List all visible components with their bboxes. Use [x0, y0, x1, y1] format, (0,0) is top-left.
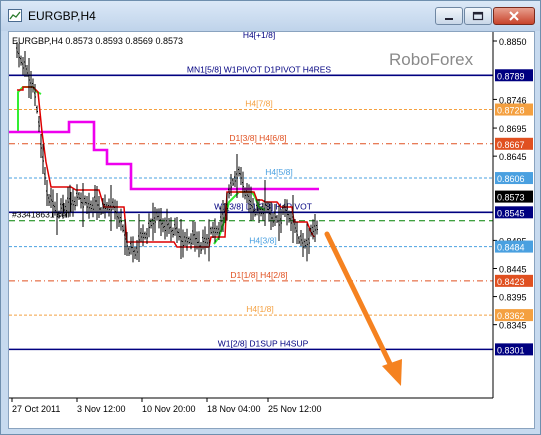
chart-app-icon: [8, 9, 22, 22]
price-tick-label: 0.8395: [499, 293, 527, 303]
window-title: EURGBP,H4: [28, 9, 96, 23]
price-level-tag-text: 0.8573: [497, 193, 525, 203]
chart-header: EURGBP,H4 0.8573 0.8593 0.8569 0.8573: [12, 36, 183, 46]
close-icon: [509, 11, 519, 21]
level-label: H4[1/8]: [246, 304, 273, 314]
level-label: D1[3/8] H4[6/8]: [229, 133, 286, 143]
time-label: 27 Oct 2011: [12, 404, 60, 414]
watermark-logo: RoboForex: [389, 50, 474, 69]
level-label: D1[1/8] H4[2/8]: [230, 270, 287, 280]
level-label: MN1[5/8] W1PIVOT D1PIVOT H4RES: [187, 64, 332, 74]
price-level-tag-text: 0.8667: [497, 140, 525, 150]
price-level-tag-text: 0.8789: [497, 71, 525, 81]
price-level-tag-text: 0.8362: [497, 311, 525, 321]
price-level-tag-text: 0.8484: [497, 243, 525, 253]
price-level-tag-text: 0.8606: [497, 174, 525, 184]
price-tick-label: 0.8345: [499, 321, 527, 331]
time-label: 10 Nov 20:00: [142, 404, 196, 414]
time-label: 25 Nov 12:00: [268, 404, 322, 414]
level-label: H4[5/8]: [265, 167, 292, 177]
price-tick-label: 0.8850: [499, 37, 527, 47]
price-level-tag-text: 0.8728: [497, 106, 525, 116]
price-tick-label: 0.8695: [499, 124, 527, 134]
chart-area[interactable]: H4[+1/8] MN1[5/8] W1PIVOT D1PIVOT H4RES H4…: [8, 30, 535, 429]
price-level-tag-text: 0.8423: [497, 277, 525, 287]
level-label: H4[7/8]: [245, 99, 272, 109]
price-scale[interactable]: 0.88500.87890.87460.87280.86950.86670.86…: [493, 37, 533, 356]
time-scale[interactable]: 27 Oct 2011 3 Nov 12:00 10 Nov 20:00 18 Nov…: [11, 398, 322, 414]
price-level-tag-text: 0.8545: [497, 208, 525, 218]
minimize-button[interactable]: [435, 7, 463, 25]
price-tick-label: 0.8645: [499, 152, 527, 162]
price-level-tag-text: 0.8301: [497, 345, 525, 355]
close-button[interactable]: [493, 7, 535, 25]
price-chart[interactable]: H4[+1/8] MN1[5/8] W1PIVOT D1PIVOT H4RES H4…: [9, 30, 534, 428]
chart-window: EURGBP,H4 H4[+1/8] MN1[5/8] W1PIVOT D1PIV…: [0, 0, 541, 435]
level-label: H4[+1/8]: [243, 32, 275, 40]
minimize-icon: [445, 18, 453, 20]
time-label: 18 Nov 04:00: [207, 404, 261, 414]
forecast-arrow-head: [382, 359, 402, 386]
level-label: H4[3/8]: [249, 236, 276, 246]
time-label: 3 Nov 12:00: [77, 404, 126, 414]
level-label: W1[2/8] D1SUP H4SUP: [218, 338, 309, 348]
maximize-icon: [472, 11, 484, 21]
forecast-arrow: [324, 231, 402, 386]
title-bar[interactable]: EURGBP,H4: [1, 1, 540, 31]
price-tick-label: 0.8445: [499, 264, 527, 274]
maximize-button[interactable]: [464, 7, 492, 25]
